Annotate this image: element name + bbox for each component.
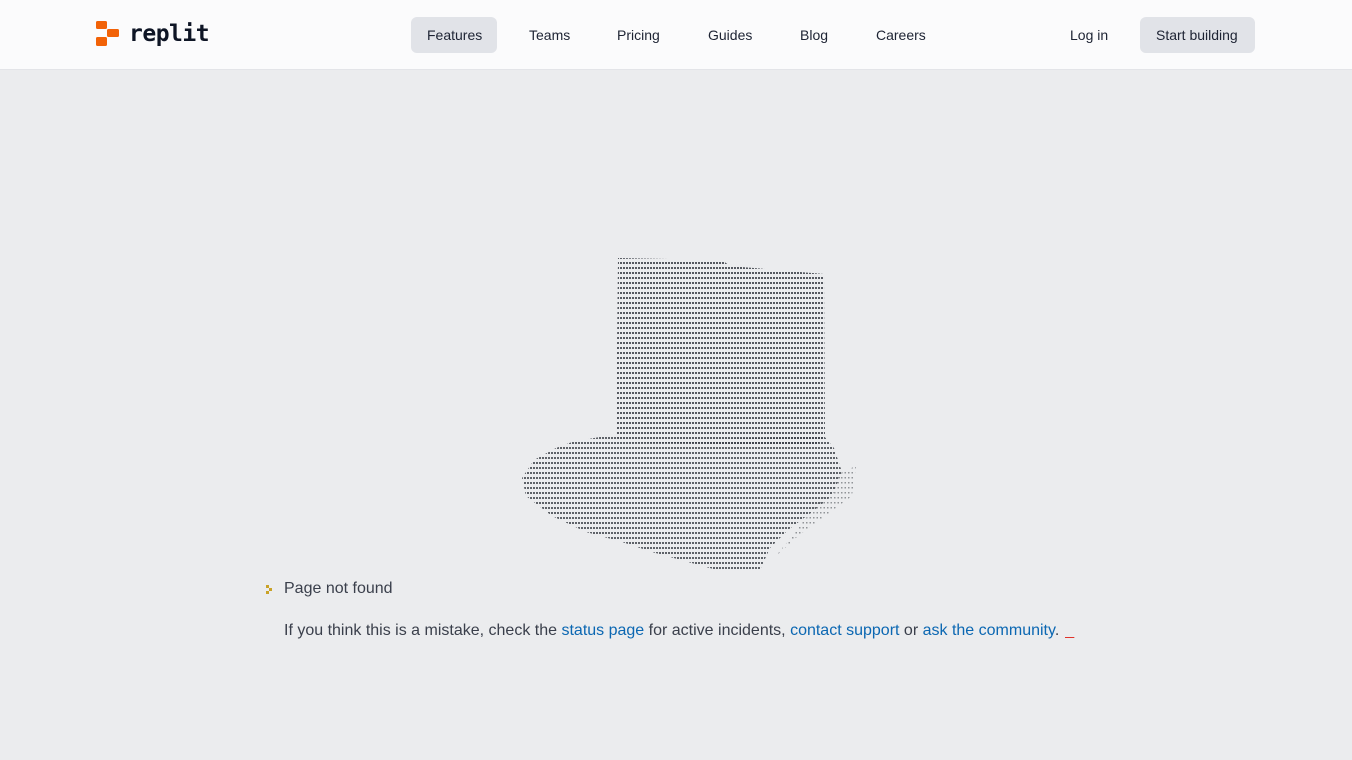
- nav-teams[interactable]: Teams: [513, 17, 586, 53]
- nav-features[interactable]: Features: [411, 17, 497, 53]
- nav-blog[interactable]: Blog: [784, 17, 844, 53]
- status-page-link[interactable]: status page: [561, 622, 644, 639]
- nav-guides[interactable]: Guides: [692, 17, 768, 53]
- message-suffix: .: [1054, 622, 1060, 639]
- blinking-cursor: _: [1065, 622, 1075, 639]
- main-nav: Features Teams Pricing Guides Blog Caree…: [0, 17, 1352, 53]
- message-or: or: [903, 622, 919, 639]
- message-middle: for active incidents,: [648, 622, 786, 639]
- message-prefix: If you think this is a mistake, check th…: [284, 622, 558, 639]
- page-not-found-notice: Page not found: [266, 580, 393, 598]
- nav-pricing[interactable]: Pricing: [601, 17, 676, 53]
- error-title: Page not found: [284, 580, 393, 597]
- start-building-button[interactable]: Start building: [1140, 17, 1255, 53]
- login-button[interactable]: Log in: [1054, 17, 1124, 53]
- bullet-icon: [266, 584, 275, 594]
- error-message: If you think this is a mistake, check th…: [284, 622, 1074, 640]
- contact-support-link[interactable]: contact support: [790, 622, 899, 639]
- top-navigation-bar: replit Features Teams Pricing Guides Blo…: [0, 0, 1352, 70]
- nav-careers[interactable]: Careers: [860, 17, 942, 53]
- ascii-art-hat-icon: [522, 258, 856, 572]
- ask-community-link[interactable]: ask the community: [923, 622, 1055, 639]
